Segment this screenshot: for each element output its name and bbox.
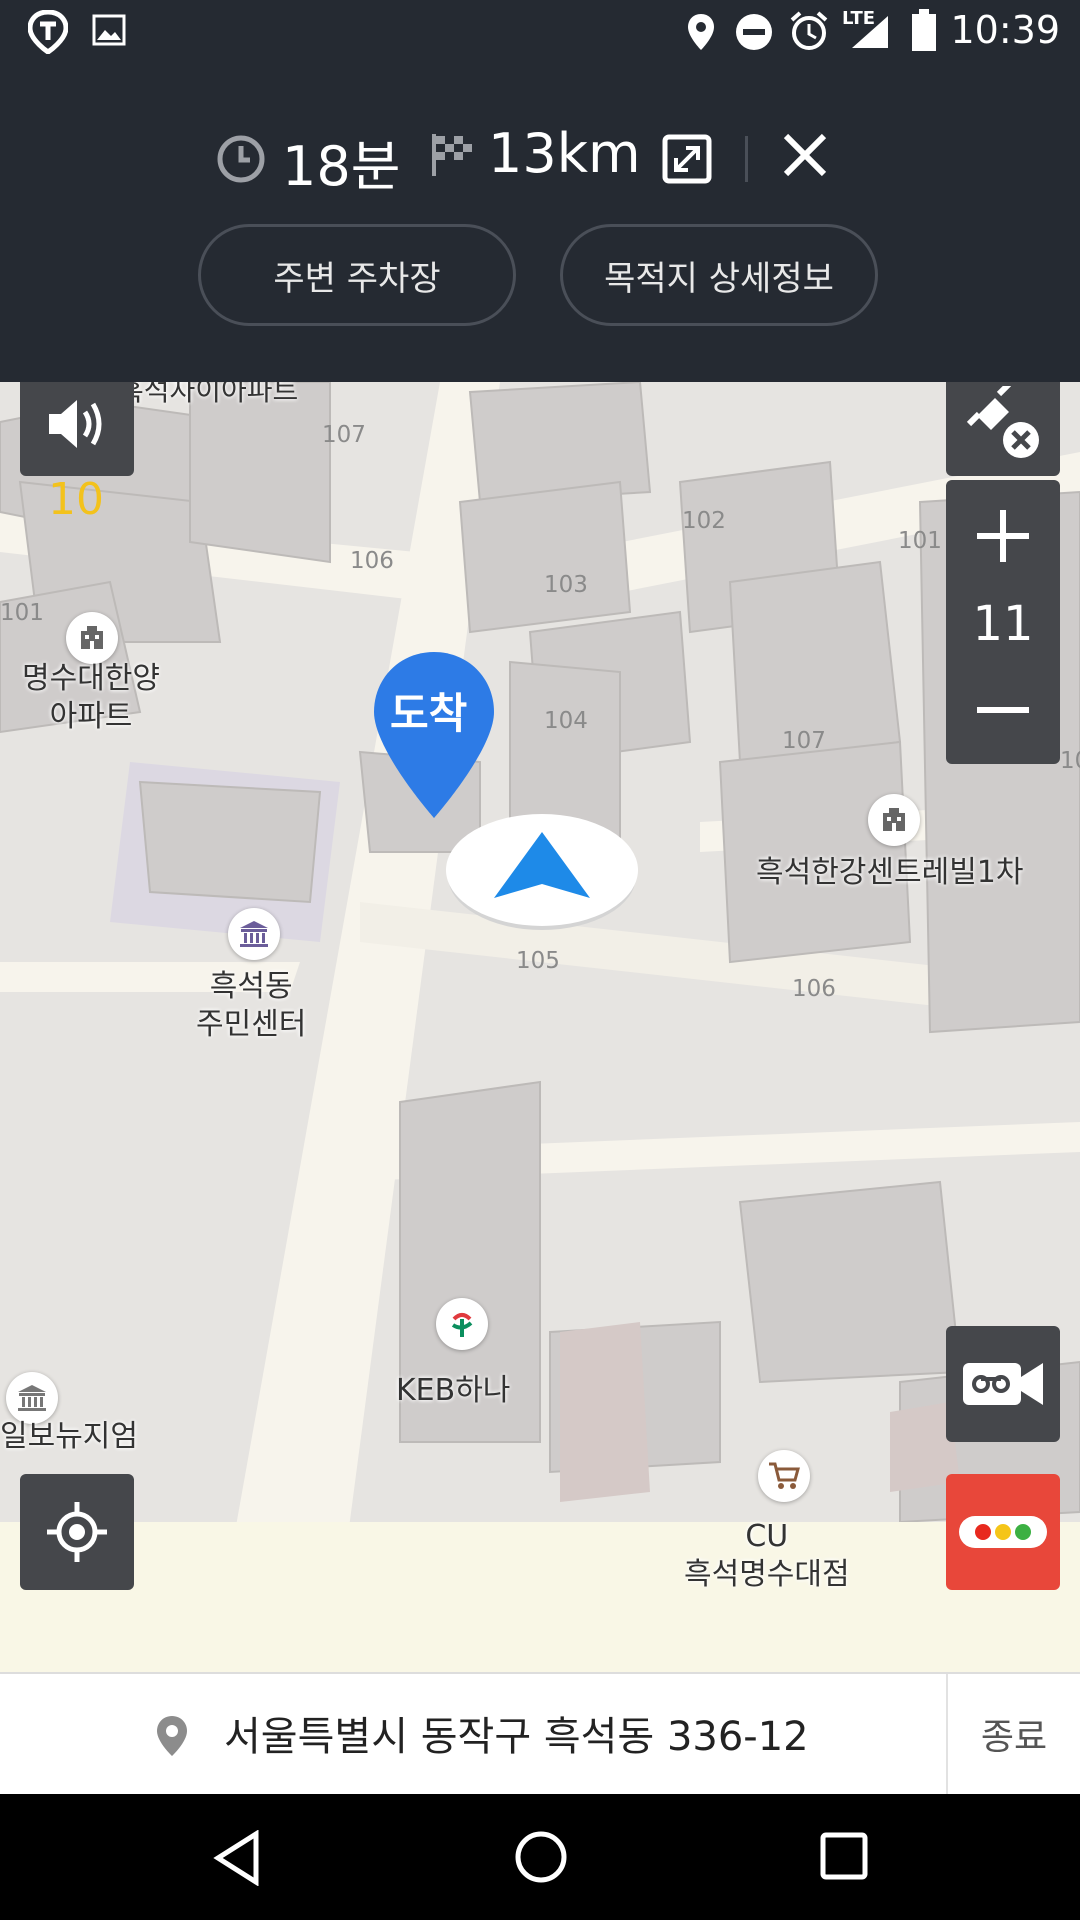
poi-label-apartment-top: 흑석자이아파트	[118, 382, 299, 407]
zoom-level-display: 11	[946, 592, 1060, 656]
crosshair-icon	[47, 1502, 107, 1562]
apartment-poi-icon[interactable]	[66, 612, 118, 664]
do-not-disturb-icon	[736, 14, 772, 50]
minus-icon	[977, 707, 1029, 713]
gallery-icon	[92, 14, 126, 46]
traffic-info-button[interactable]	[946, 1474, 1060, 1590]
satellite-off-icon	[966, 386, 1039, 458]
zoom-out-button[interactable]	[946, 656, 1060, 764]
address-bar: 서울특별시 동작구 흑석동 336-12 종료	[0, 1672, 1080, 1794]
poi-label-centreville: 흑석한강센트레빌1차	[756, 855, 1024, 890]
distance-remaining: 13km	[488, 122, 641, 185]
end-navigation-button[interactable]: 종료	[946, 1674, 1080, 1794]
zoom-level: 11	[972, 596, 1034, 652]
destination-details-button[interactable]: 목적지 상세정보	[560, 224, 878, 326]
poi-label-myeongsu-apt: 명수대한양 아파트	[22, 660, 160, 736]
volume-button[interactable]	[20, 382, 134, 476]
zoom-in-button[interactable]	[946, 480, 1060, 592]
poi-label-line: CU	[745, 1519, 789, 1554]
location-status-icon	[688, 14, 714, 50]
signal-icon	[852, 16, 888, 48]
museum-poi-icon[interactable]	[6, 1372, 58, 1424]
bank-logo-icon[interactable]	[436, 1298, 488, 1350]
map-view[interactable]: 107 106 101 102 103 104 105 107 106 101 …	[0, 382, 1080, 1672]
recent-apps-icon[interactable]	[820, 1832, 868, 1880]
poi-label-line: 흑석동	[209, 969, 293, 1004]
clock-icon	[217, 135, 265, 183]
status-time: 10:39	[950, 8, 1060, 52]
poi-label-cu-store: CU 흑석명수대점	[684, 1518, 850, 1594]
tmap-app-icon	[28, 10, 68, 54]
building-number: 107	[322, 422, 366, 448]
arrival-marker[interactable]: 도착	[372, 650, 496, 820]
current-address: 서울특별시 동작구 흑석동 336-12	[224, 1714, 809, 1760]
expand-route-icon[interactable]	[662, 134, 712, 184]
battery-icon	[912, 9, 936, 51]
poi-label-community-center: 흑석동 주민센터	[196, 968, 306, 1044]
alarm-icon	[790, 11, 828, 50]
video-camera-icon	[963, 1363, 1043, 1405]
building-number: 104	[544, 708, 588, 734]
header-divider	[745, 136, 748, 182]
building-number: 101	[0, 600, 44, 626]
building-number: 105	[516, 948, 560, 974]
time-remaining: 18분	[282, 135, 401, 198]
map-base	[0, 382, 1080, 1672]
shopping-cart-icon[interactable]	[758, 1450, 810, 1502]
traffic-light-icon	[959, 1516, 1047, 1548]
building-number: 108	[1060, 748, 1080, 774]
building-number: 103	[544, 572, 588, 598]
location-pin-icon	[157, 1716, 187, 1756]
current-position-marker	[444, 810, 640, 934]
home-icon[interactable]	[514, 1830, 568, 1884]
android-navigation-bar	[0, 1794, 1080, 1920]
poi-label-line: 명수대한양	[22, 661, 160, 696]
current-speed: 10	[48, 474, 104, 525]
navigation-header: 18분 13km 주변 주차장 목적지 상세정보	[0, 64, 1080, 382]
government-office-poi-icon[interactable]	[228, 908, 280, 960]
building-number: 106	[792, 976, 836, 1002]
building-number: 101	[898, 528, 942, 554]
gps-satellite-button[interactable]	[946, 382, 1060, 476]
poi-label-museum: 일보뉴지엄	[0, 1419, 138, 1454]
status-bar: LTE 10:39	[0, 0, 1080, 64]
close-navigation-icon[interactable]	[780, 130, 830, 180]
apartment-poi-icon[interactable]	[868, 794, 920, 846]
building-number: 102	[682, 508, 726, 534]
building-number: 106	[350, 548, 394, 574]
plus-icon	[977, 510, 1029, 562]
volume-icon	[49, 400, 102, 448]
poi-label-line: 아파트	[49, 699, 133, 734]
poi-label-line: 흑석명수대점	[684, 1557, 850, 1592]
building-number: 107	[782, 728, 826, 754]
dashcam-button[interactable]	[946, 1326, 1060, 1442]
nearby-parking-button[interactable]: 주변 주차장	[198, 224, 516, 326]
recenter-location-button[interactable]	[20, 1474, 134, 1590]
checkered-flag-icon	[432, 134, 472, 176]
back-icon[interactable]	[212, 1830, 262, 1886]
poi-label-line: 주민센터	[196, 1007, 307, 1042]
arrival-marker-label: 도착	[390, 689, 468, 738]
poi-label-bank: KEB하나	[396, 1373, 511, 1408]
